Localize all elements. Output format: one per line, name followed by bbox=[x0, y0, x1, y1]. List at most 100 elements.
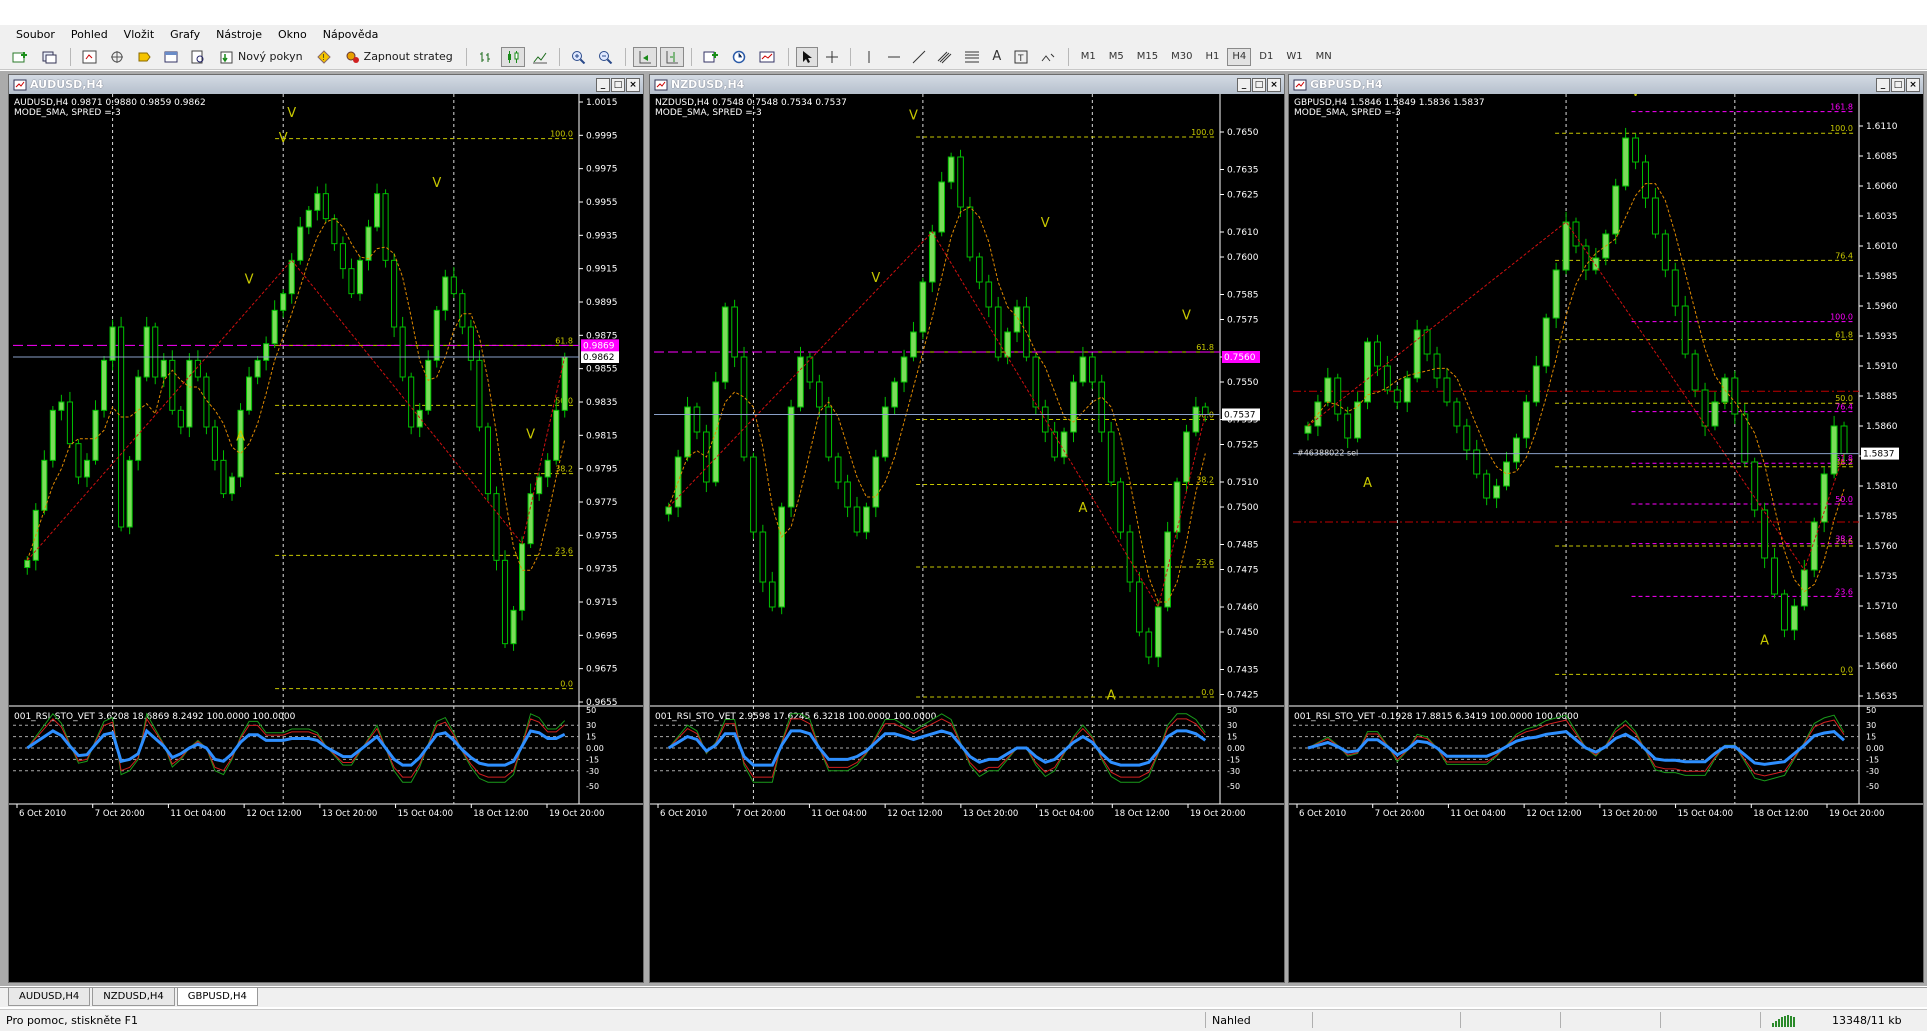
price-tick-label: 0.9755 bbox=[586, 531, 618, 541]
tf-mn[interactable]: MN bbox=[1311, 48, 1337, 66]
text-tool-icon[interactable]: A bbox=[987, 47, 1007, 67]
tf-w1[interactable]: W1 bbox=[1281, 48, 1307, 66]
fibonacci-icon[interactable] bbox=[960, 47, 984, 67]
time-tick-label: 15 Oct 04:00 bbox=[398, 809, 453, 819]
bar-chart-icon[interactable] bbox=[474, 47, 498, 67]
menu-insert[interactable]: Vložit bbox=[116, 28, 162, 41]
chart-window-audusd[interactable]: AUDUSD,H4 _ □ × 1.0015 0.9995 0.9975 0.9955 0.… bbox=[8, 74, 644, 983]
time-tick-label: 13 Oct 20:00 bbox=[322, 809, 377, 819]
candle-body bbox=[24, 559, 31, 569]
autotrading-button[interactable]: Zapnout strateg bbox=[339, 47, 459, 67]
time-tick-label: 7 Oct 20:00 bbox=[1375, 809, 1425, 819]
zoom-out-icon[interactable] bbox=[594, 47, 618, 67]
new-order-button[interactable]: Nový pokyn bbox=[213, 47, 309, 67]
tf-d1[interactable]: D1 bbox=[1254, 48, 1278, 66]
time-tick-label: 19 Oct 20:00 bbox=[1829, 809, 1884, 819]
chart-shift-icon[interactable] bbox=[659, 46, 684, 67]
line-chart-icon[interactable] bbox=[528, 47, 552, 67]
templates-icon[interactable] bbox=[755, 47, 781, 67]
candle-body bbox=[331, 218, 338, 245]
tester-icon[interactable] bbox=[159, 47, 183, 67]
indicator-tick-label: -15 bbox=[1866, 755, 1879, 764]
maximize-button[interactable]: □ bbox=[611, 77, 625, 92]
new-chart-icon[interactable] bbox=[8, 47, 34, 67]
fibonacci-level-label: 38.2 bbox=[1835, 535, 1853, 544]
tf-m15[interactable]: M15 bbox=[1132, 48, 1163, 66]
indicator-tick-label: 50 bbox=[586, 706, 596, 715]
tf-m5[interactable]: M5 bbox=[1104, 48, 1129, 66]
candle-body bbox=[322, 193, 329, 220]
minimize-button[interactable]: _ bbox=[1237, 77, 1251, 92]
tab-audusd[interactable]: AUDUSD,H4 bbox=[8, 988, 91, 1006]
vertical-line-icon[interactable] bbox=[858, 47, 880, 67]
market-watch-icon[interactable] bbox=[78, 47, 102, 67]
tf-h4[interactable]: H4 bbox=[1227, 47, 1252, 66]
candle-body bbox=[493, 493, 500, 561]
price-chart-audusd[interactable]: 1.0015 0.9995 0.9975 0.9955 0.9935 0.9915 0.98… bbox=[9, 94, 643, 982]
crosshair-icon[interactable] bbox=[821, 47, 843, 67]
candle-body bbox=[1542, 317, 1550, 367]
periods-icon[interactable] bbox=[728, 47, 752, 67]
close-button[interactable]: × bbox=[1267, 77, 1281, 92]
cursor-icon[interactable] bbox=[795, 46, 818, 67]
horizontal-line-icon[interactable] bbox=[883, 47, 905, 67]
candle-body bbox=[1373, 341, 1381, 367]
tab-gbpusd[interactable]: GBPUSD,H4 bbox=[176, 988, 258, 1006]
autoscroll-icon[interactable] bbox=[632, 46, 657, 67]
profiles-icon[interactable] bbox=[37, 47, 63, 67]
chart-window-gbpusd[interactable]: GBPUSD,H4 _ □ × 1.6110 1.6085 1.6060 1.6035 1.… bbox=[1288, 74, 1924, 983]
menu-charts[interactable]: Grafy bbox=[162, 28, 208, 41]
maximize-button[interactable]: □ bbox=[1252, 77, 1266, 92]
candle-body bbox=[1622, 137, 1630, 187]
tab-nzdusd[interactable]: NZDUSD,H4 bbox=[92, 988, 175, 1006]
candle-body bbox=[288, 259, 295, 295]
chart-window-titlebar[interactable]: AUDUSD,H4 _ □ × bbox=[9, 75, 643, 94]
price-tick-label: 1.5660 bbox=[1866, 662, 1898, 672]
close-button[interactable]: × bbox=[1906, 77, 1920, 92]
price-tick-label: 1.6060 bbox=[1866, 182, 1898, 192]
menu-view[interactable]: Pohled bbox=[63, 28, 116, 41]
tf-h1[interactable]: H1 bbox=[1201, 48, 1225, 66]
candle-body bbox=[1154, 606, 1162, 658]
chart-window-titlebar[interactable]: GBPUSD,H4 _ □ × bbox=[1289, 75, 1923, 94]
arrows-icon[interactable] bbox=[1035, 47, 1061, 67]
menu-file[interactable]: Soubor bbox=[8, 28, 63, 41]
channel-icon[interactable] bbox=[933, 47, 957, 67]
candle-body bbox=[1661, 233, 1669, 271]
chart-window-nzdusd[interactable]: NZDUSD,H4 _ □ × 0.7650 0.7635 0.7625 0.7610 0.… bbox=[649, 74, 1285, 983]
price-tick-label: 0.7475 bbox=[1227, 566, 1259, 576]
candle-body bbox=[1107, 431, 1115, 483]
main-toolbar: Nový pokyn ! Zapnout strateg A T M1 M5 M… bbox=[0, 44, 1927, 70]
terminal-icon[interactable] bbox=[132, 47, 156, 67]
price-tick-label: 1.5710 bbox=[1866, 602, 1898, 612]
price-tick-label: 0.9675 bbox=[586, 665, 618, 675]
tf-m1[interactable]: M1 bbox=[1076, 48, 1101, 66]
price-chart-nzdusd[interactable]: 0.7650 0.7635 0.7625 0.7610 0.7600 0.7585 0.75… bbox=[650, 94, 1284, 982]
close-button[interactable]: × bbox=[626, 77, 640, 92]
candle-body bbox=[1691, 353, 1699, 391]
indicators-icon[interactable] bbox=[699, 47, 725, 67]
fibonacci-level-label: 0.0 bbox=[1840, 665, 1853, 674]
maximize-button[interactable]: □ bbox=[1891, 77, 1905, 92]
fibonacci-level-label: 38.2 bbox=[1196, 476, 1214, 485]
candle-body bbox=[1582, 245, 1590, 271]
menu-tools[interactable]: Nástroje bbox=[208, 28, 270, 41]
chart-window-titlebar[interactable]: NZDUSD,H4 _ □ × bbox=[650, 75, 1284, 94]
menu-window[interactable]: Okno bbox=[270, 28, 315, 41]
candle-chart-icon[interactable] bbox=[500, 46, 525, 67]
trendline-icon[interactable] bbox=[908, 47, 930, 67]
time-tick-label: 19 Oct 20:00 bbox=[1190, 809, 1245, 819]
zoom-in-icon[interactable] bbox=[567, 47, 591, 67]
history-icon[interactable] bbox=[186, 47, 210, 67]
tf-m30[interactable]: M30 bbox=[1166, 48, 1197, 66]
text-label-icon[interactable]: T bbox=[1010, 47, 1032, 67]
menu-help[interactable]: Nápověda bbox=[315, 28, 387, 41]
price-chart-gbpusd[interactable]: 1.6110 1.6085 1.6060 1.6035 1.6010 1.5985 1.59… bbox=[1289, 94, 1923, 982]
signal-arrow: A bbox=[1107, 689, 1116, 704]
fibonacci-level-label: 76.4 bbox=[1835, 251, 1853, 260]
minimize-button[interactable]: _ bbox=[1876, 77, 1890, 92]
metaeditor-icon[interactable]: ! bbox=[312, 47, 336, 67]
candle-body bbox=[391, 259, 398, 328]
navigator-icon[interactable] bbox=[105, 47, 129, 67]
minimize-button[interactable]: _ bbox=[596, 77, 610, 92]
